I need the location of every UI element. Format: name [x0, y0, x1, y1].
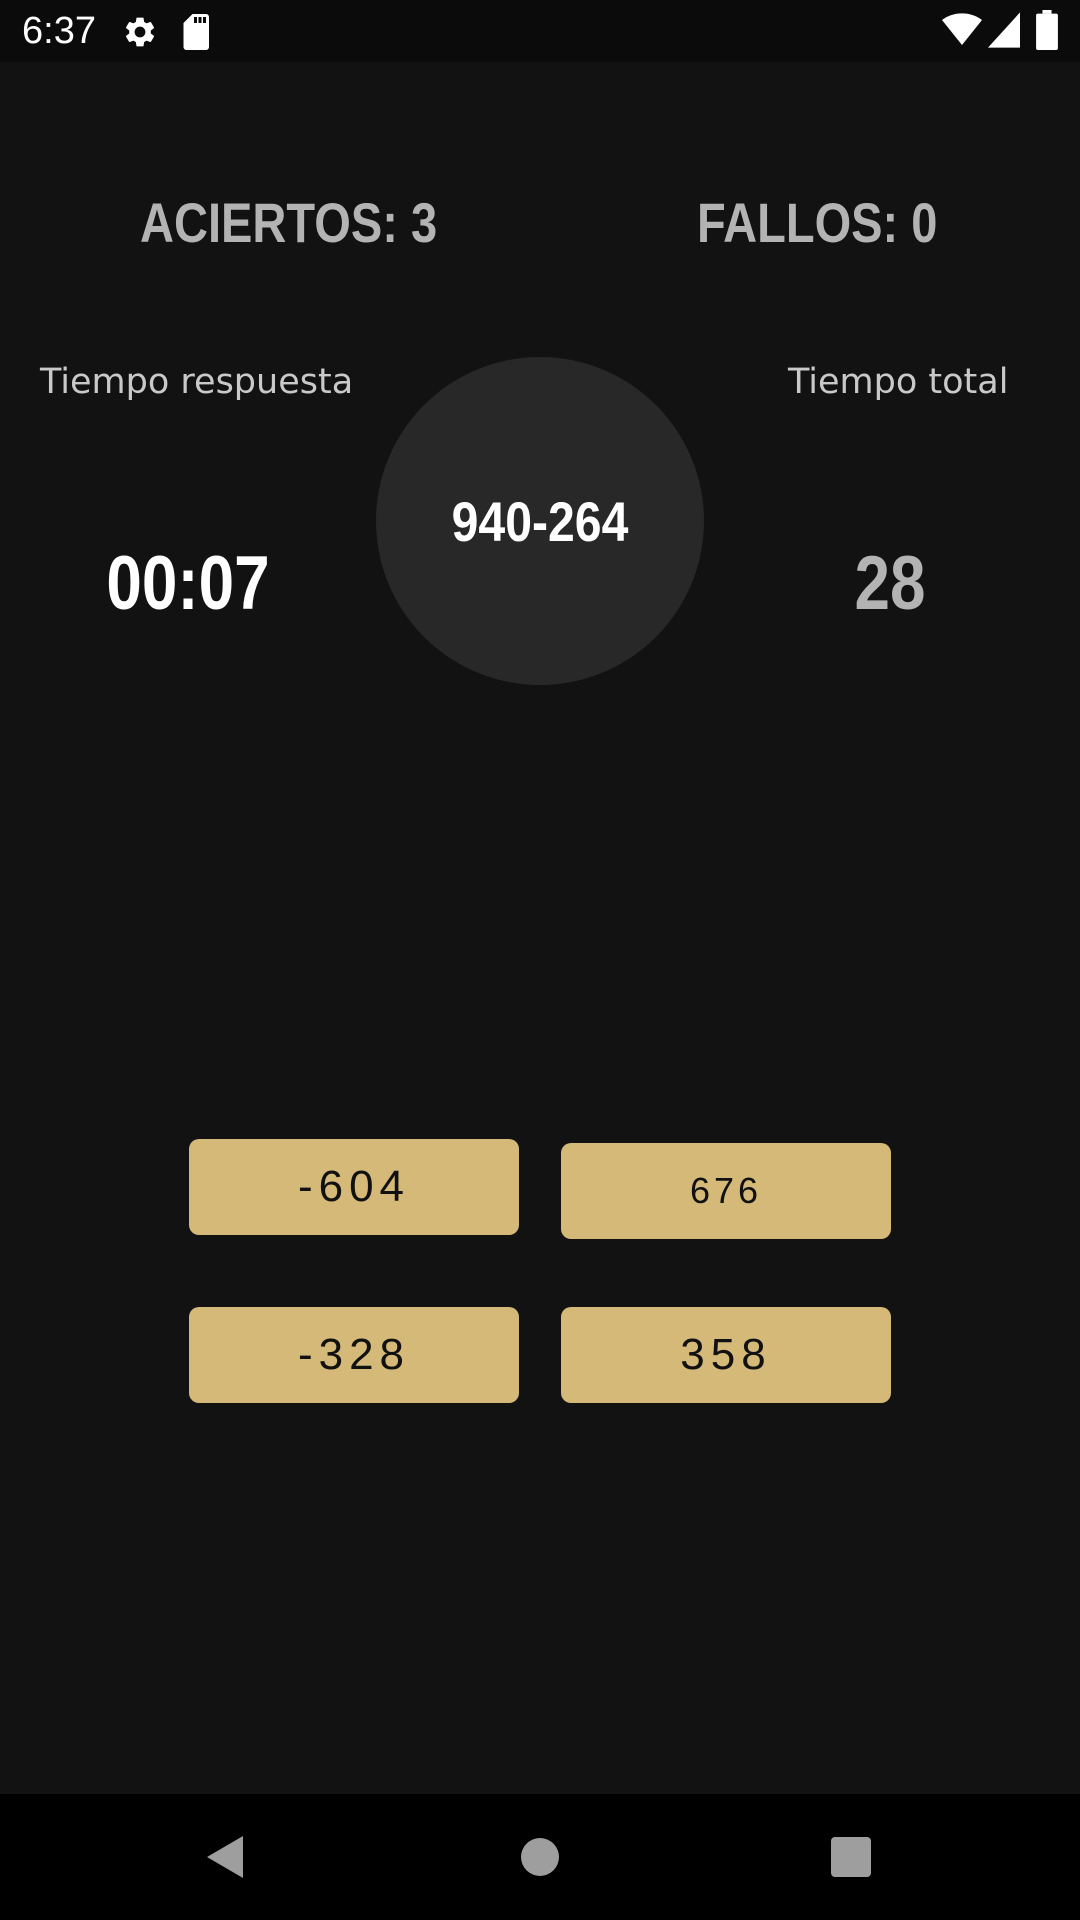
back-icon[interactable]: [205, 1834, 245, 1885]
fallos-score: FALLOS: 0: [697, 191, 938, 254]
cell-signal-icon: [988, 12, 1020, 53]
answer-button-4[interactable]: 358: [561, 1307, 891, 1403]
app-screen: 6:37 ACIERTOS: 3 FALLOS: 0 Tiempo respue…: [0, 0, 1080, 1920]
operation-text: 940-264: [451, 490, 629, 553]
response-time-label: Tiempo respuesta: [40, 362, 354, 402]
battery-icon: [1036, 10, 1058, 55]
wifi-icon: [942, 12, 982, 53]
status-bar: 6:37: [0, 0, 1080, 62]
answer-button-2[interactable]: 676: [561, 1143, 891, 1239]
sd-card-icon: [182, 14, 212, 55]
status-time: 6:37: [22, 10, 96, 52]
gear-icon: [122, 14, 158, 55]
response-time-value: 00:07: [106, 541, 270, 626]
recents-icon[interactable]: [831, 1837, 871, 1877]
total-time-label: Tiempo total: [788, 362, 1009, 402]
answer-button-3[interactable]: -328: [189, 1307, 519, 1403]
total-time-value: 28: [854, 541, 926, 626]
home-icon[interactable]: [521, 1838, 559, 1876]
answer-button-1[interactable]: -604: [189, 1139, 519, 1235]
aciertos-score: ACIERTOS: 3: [140, 191, 438, 254]
